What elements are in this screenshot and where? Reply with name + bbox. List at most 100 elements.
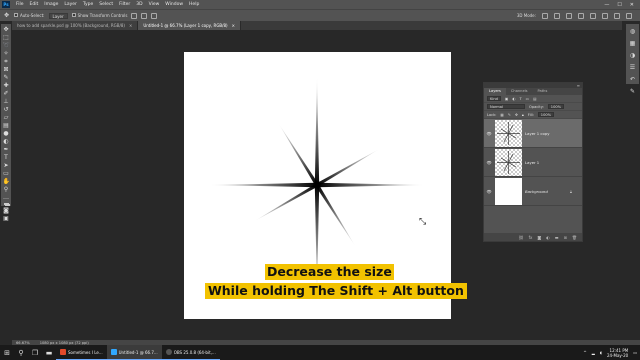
new-layer-icon[interactable]: ⊞: [564, 235, 567, 240]
link-layers-icon[interactable]: ⛓: [519, 235, 524, 240]
shape-tool[interactable]: ▭: [3, 171, 10, 177]
fill-field[interactable]: 100%: [537, 112, 555, 117]
visibility-eye-icon[interactable]: 👁︎: [486, 189, 492, 194]
filter-type-icon[interactable]: T: [519, 97, 521, 101]
search-icon[interactable]: ⚲: [14, 345, 28, 360]
roll-icon[interactable]: [554, 12, 560, 19]
tab-layers[interactable]: Layers: [484, 88, 506, 95]
screen-mode-icon[interactable]: ▣: [3, 216, 10, 222]
volume-icon[interactable]: ◖: [600, 350, 602, 355]
close-button[interactable]: ✕: [630, 2, 634, 8]
history-panel-icon[interactable]: ↶: [629, 76, 636, 83]
adjustments-panel-icon[interactable]: ◑: [629, 52, 636, 59]
background-color-swatch[interactable]: [5, 204, 10, 206]
menu-edit[interactable]: Edit: [27, 2, 42, 7]
task-view-icon[interactable]: ❐: [28, 345, 42, 360]
clock[interactable]: 12:41 PM 24-May-20: [607, 348, 628, 358]
tab-untitled-1[interactable]: Untitled-1 @ 66.7% (Layer 1 copy, RGB/8)…: [138, 21, 241, 30]
move-tool-icon[interactable]: ✥: [3, 12, 10, 19]
share-icon[interactable]: [626, 12, 632, 19]
tab-how-to-add-sparkle[interactable]: how to add sparkle.psd @ 100% (Backgroun…: [12, 21, 139, 30]
minimize-button[interactable]: —: [604, 2, 609, 8]
maximize-button[interactable]: ☐: [617, 2, 621, 8]
auto-select-checkbox[interactable]: Auto-Select:: [14, 13, 45, 18]
opacity-field[interactable]: 100%: [547, 104, 565, 109]
close-icon[interactable]: ×: [129, 23, 132, 28]
lock-pixels-icon[interactable]: ✎: [508, 113, 511, 117]
align-left-icon[interactable]: [131, 12, 138, 19]
trash-icon[interactable]: 🗑︎: [572, 235, 577, 240]
windows-start-icon[interactable]: ⊞: [0, 345, 14, 360]
chevron-up-icon[interactable]: ^: [583, 350, 586, 355]
layer-row-layer-1-copy[interactable]: 👁︎ Layer 1 copy: [484, 119, 582, 148]
kind-filter-dropdown[interactable]: Kind: [487, 96, 501, 101]
marquee-tool[interactable]: ⬚: [3, 35, 10, 41]
adjustment-layer-icon[interactable]: ◐: [546, 235, 550, 240]
brush-tool[interactable]: ✐: [3, 91, 10, 97]
add-mask-icon[interactable]: ◙: [537, 235, 541, 240]
menu-layer[interactable]: Layer: [61, 2, 80, 7]
lock-position-icon[interactable]: ✥: [515, 113, 518, 117]
magic-wand-tool[interactable]: ✧: [3, 51, 10, 57]
align-center-icon[interactable]: [141, 12, 148, 19]
search-icon[interactable]: [602, 12, 608, 19]
menu-type[interactable]: Type: [80, 2, 96, 7]
hand-tool[interactable]: ✋: [3, 179, 10, 185]
tab-paths[interactable]: Paths: [533, 88, 553, 95]
layer-row-layer-1[interactable]: 👁︎ Layer 1: [484, 148, 582, 177]
document-canvas[interactable]: Decrease the size While holding The Shif…: [184, 52, 467, 319]
notifications-icon[interactable]: ▭: [633, 350, 637, 355]
brush-panel-icon[interactable]: ✎: [629, 88, 636, 95]
crop-tool[interactable]: ⌗: [3, 59, 10, 65]
move-tool[interactable]: ✥: [3, 27, 10, 33]
blur-tool[interactable]: ●: [3, 131, 10, 137]
more-tools-icon[interactable]: …: [3, 195, 10, 201]
eraser-tool[interactable]: ▱: [3, 115, 10, 121]
dodge-tool[interactable]: ◐: [3, 139, 10, 145]
transform-controls-checkbox[interactable]: Show Transform Controls: [71, 13, 127, 18]
taskbar-app-photoshop[interactable]: Untitled-1 @ 66.7...: [106, 345, 162, 360]
layer-style-icon[interactable]: fx: [529, 235, 533, 240]
menu-select[interactable]: Select: [96, 2, 116, 7]
properties-panel-icon[interactable]: ☰: [629, 64, 636, 71]
scale-icon[interactable]: [590, 12, 596, 19]
filter-shape-icon[interactable]: ▭: [526, 97, 529, 101]
network-icon[interactable]: ▂: [592, 350, 595, 355]
align-right-icon[interactable]: [151, 12, 158, 19]
layer-row-background[interactable]: 👁︎ Background 🔒︎: [484, 177, 582, 206]
lasso-tool[interactable]: ➰: [3, 43, 10, 49]
taskbar-app-obs[interactable]: OBS 25.0.8 (64-bit,...: [161, 345, 220, 360]
menu-file[interactable]: File: [13, 2, 27, 7]
clone-stamp-tool[interactable]: ⊥: [3, 99, 10, 105]
swatches-panel-icon[interactable]: ▦: [629, 40, 636, 47]
menu-view[interactable]: View: [146, 2, 163, 7]
path-selection-tool[interactable]: ➤: [3, 163, 10, 169]
quick-mask-icon[interactable]: ◙: [3, 208, 10, 214]
new-group-icon[interactable]: ▬: [555, 235, 559, 240]
pan-icon[interactable]: [566, 12, 572, 19]
menu-filter[interactable]: Filter: [116, 2, 133, 7]
zoom-level[interactable]: 66.67%: [16, 341, 30, 345]
filter-pixel-icon[interactable]: ▣: [505, 97, 508, 101]
eyedropper-tool[interactable]: ✎: [3, 75, 10, 81]
workspace-icon[interactable]: [614, 12, 620, 19]
zoom-tool[interactable]: ⚲: [3, 187, 10, 193]
lock-all-icon[interactable]: 🔒︎: [522, 113, 524, 117]
close-icon[interactable]: ×: [232, 23, 235, 28]
filter-adjustment-icon[interactable]: ◐: [512, 97, 515, 101]
lock-transparent-icon[interactable]: ▦: [500, 113, 503, 117]
tab-channels[interactable]: Channels: [506, 88, 533, 95]
color-panel-icon[interactable]: ◍: [629, 28, 636, 35]
orbit-icon[interactable]: [542, 12, 548, 19]
pen-tool[interactable]: ✒: [3, 147, 10, 153]
menu-help[interactable]: Help: [186, 2, 202, 7]
healing-brush-tool[interactable]: ✚: [3, 83, 10, 89]
file-explorer-icon[interactable]: ▬: [42, 345, 56, 360]
filter-smart-icon[interactable]: ▤: [533, 97, 536, 101]
layer-name[interactable]: Background: [525, 189, 548, 194]
type-tool[interactable]: T: [3, 155, 10, 161]
menu-image[interactable]: Image: [41, 2, 61, 7]
layer-name[interactable]: Layer 1 copy: [525, 131, 549, 136]
blend-mode-dropdown[interactable]: Normal: [487, 104, 525, 109]
panel-menu-icon[interactable]: ≡: [577, 83, 580, 88]
